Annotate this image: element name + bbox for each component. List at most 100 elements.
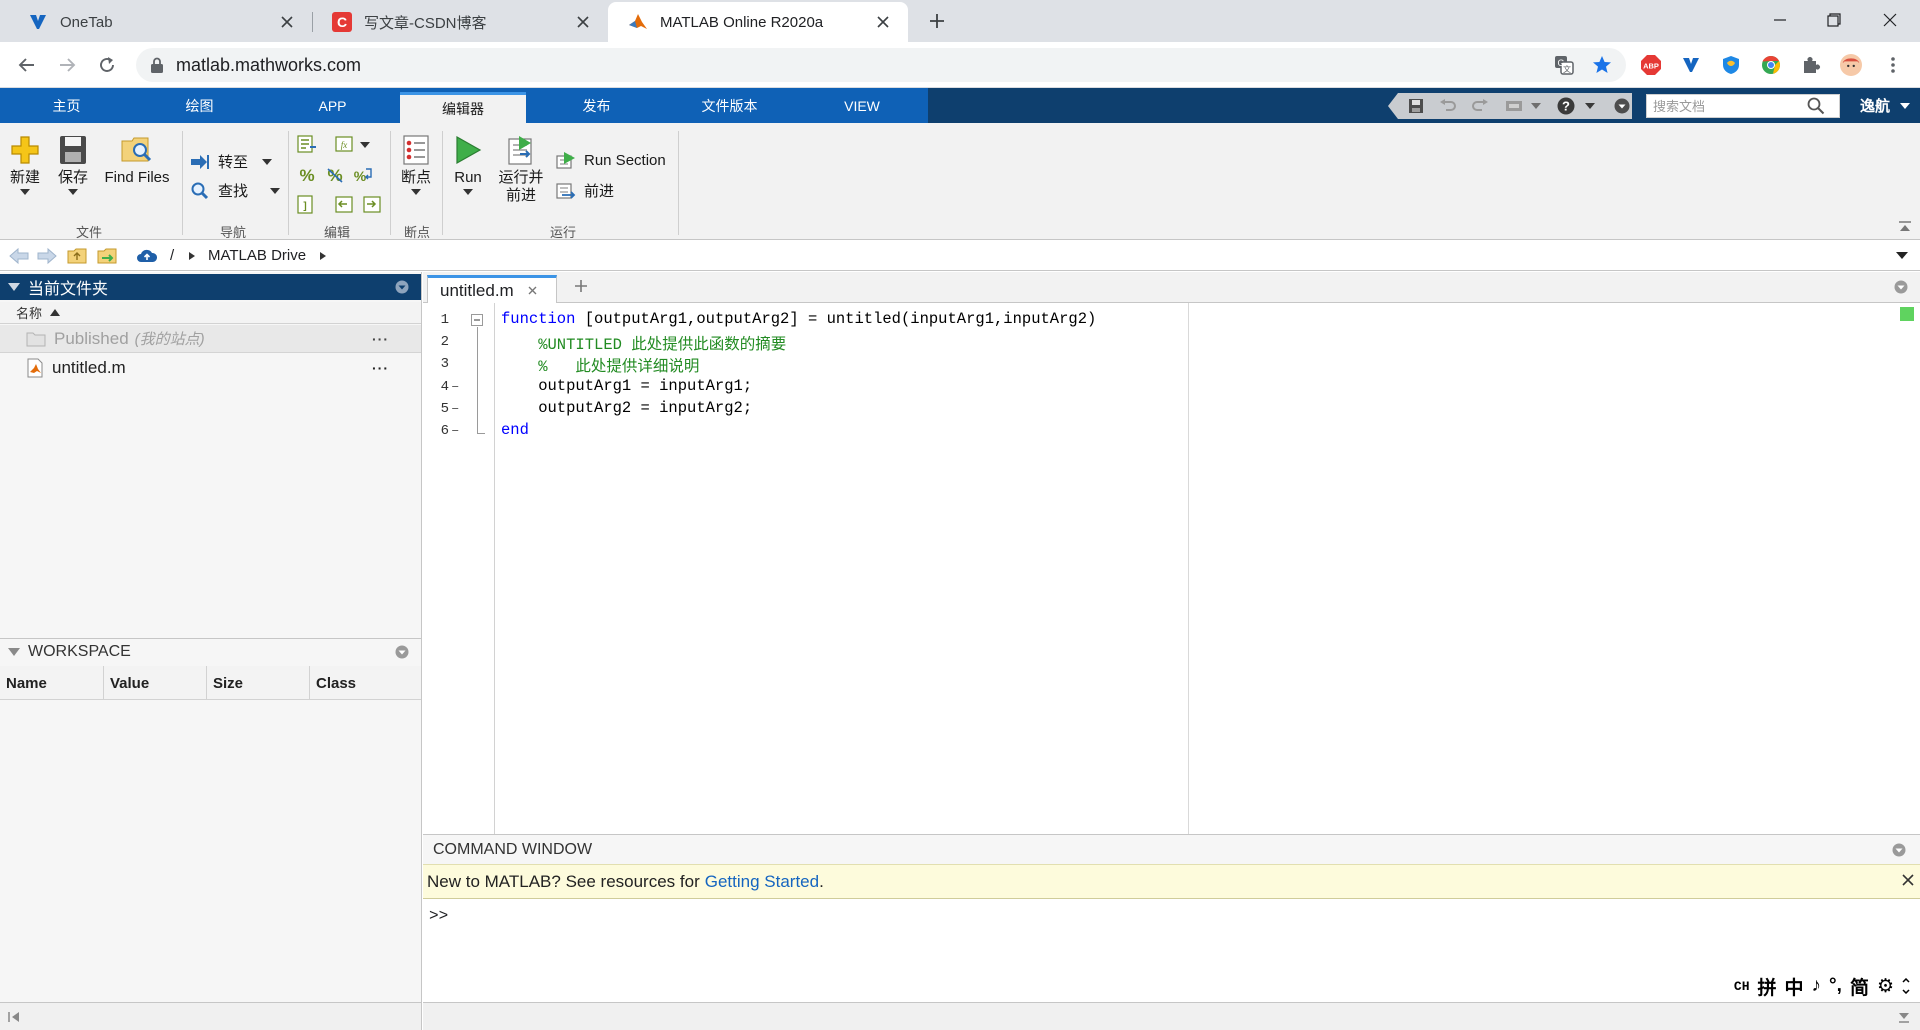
- comment-icon[interactable]: %: [296, 165, 318, 185]
- close-tab-icon[interactable]: [872, 11, 894, 33]
- minimize-window-icon[interactable]: [1752, 0, 1808, 40]
- back-arrow-icon[interactable]: [12, 50, 42, 80]
- advance-button[interactable]: 前进: [556, 180, 614, 201]
- breadcrumb-matlab-drive[interactable]: MATLAB Drive: [208, 240, 306, 271]
- quick-save-icon[interactable]: [1406, 97, 1426, 115]
- find-button[interactable]: 查找: [190, 180, 281, 201]
- undo-icon[interactable]: [1438, 97, 1458, 115]
- up-folder-icon[interactable]: [66, 246, 88, 266]
- bookmark-star-icon[interactable]: [1592, 55, 1612, 75]
- chevron-down-icon[interactable]: [1526, 97, 1546, 115]
- chrome-extension-icon[interactable]: [1760, 54, 1782, 76]
- panel-options-icon[interactable]: [1894, 280, 1908, 294]
- increase-indent-icon[interactable]: [362, 195, 384, 215]
- close-icon[interactable]: [528, 286, 537, 295]
- tab-view[interactable]: VIEW: [796, 88, 928, 123]
- ime-halfwidth[interactable]: ♪: [1812, 975, 1822, 997]
- indent-icon[interactable]: ]: [296, 195, 318, 215]
- more-options-icon[interactable]: ···: [372, 360, 389, 376]
- tab-publish[interactable]: 发布: [530, 88, 663, 123]
- panel-options-icon[interactable]: [395, 280, 409, 294]
- expand-panel-icon[interactable]: [8, 1011, 20, 1023]
- list-item-file[interactable]: untitled.m ···: [0, 354, 421, 382]
- tab-apps[interactable]: APP: [266, 88, 399, 123]
- new-tab-icon[interactable]: [924, 8, 950, 34]
- wrap-comments-icon[interactable]: %: [352, 165, 374, 185]
- column-header-class[interactable]: Class: [310, 666, 421, 700]
- ime-more-icon[interactable]: [1902, 978, 1910, 994]
- new-button[interactable]: 新建: [8, 135, 42, 195]
- column-header-size[interactable]: Size: [207, 666, 310, 700]
- ime-language[interactable]: CH: [1734, 979, 1750, 994]
- layout-icon[interactable]: [1504, 97, 1524, 115]
- reload-icon[interactable]: [92, 50, 122, 80]
- panel-options-icon[interactable]: [1892, 843, 1906, 857]
- ime-settings-icon[interactable]: ⚙: [1877, 975, 1894, 998]
- getting-started-link[interactable]: Getting Started: [705, 872, 819, 892]
- chevron-down-icon[interactable]: [1580, 97, 1600, 115]
- executable-line-marker[interactable]: –: [451, 423, 459, 439]
- redo-icon[interactable]: [1470, 97, 1490, 115]
- options-icon[interactable]: [1612, 97, 1632, 115]
- extensions-puzzle-icon[interactable]: [1800, 54, 1822, 76]
- adblock-icon[interactable]: ABP: [1640, 54, 1662, 76]
- find-files-button[interactable]: Find Files: [102, 135, 172, 187]
- code-editor[interactable]: 1 2 3 4 5 6 – – – function [outputArg1,o…: [423, 303, 1920, 834]
- chevron-right-icon[interactable]: [189, 252, 195, 260]
- cloud-drive-icon[interactable]: [136, 248, 158, 264]
- tab-plots[interactable]: 绘图: [133, 88, 266, 123]
- column-header-value[interactable]: Value: [104, 666, 207, 700]
- code-analyzer-status-indicator[interactable]: [1900, 307, 1914, 321]
- tab-home[interactable]: 主页: [0, 88, 133, 123]
- translate-icon[interactable]: G文: [1554, 55, 1574, 75]
- address-bar[interactable]: matlab.mathworks.com G文: [136, 48, 1626, 82]
- browser-menu-icon[interactable]: [1882, 54, 1904, 76]
- browse-folder-icon[interactable]: [96, 246, 118, 266]
- ime-pinyin[interactable]: 拼: [1758, 973, 1777, 1000]
- command-window-header[interactable]: COMMAND WINDOW: [423, 834, 1920, 864]
- executable-line-marker[interactable]: –: [451, 401, 459, 417]
- browser-tab-onetab[interactable]: OneTab: [8, 2, 312, 42]
- fx-icon[interactable]: fx: [334, 135, 356, 155]
- browser-tab-csdn[interactable]: C 写文章-CSDN博客: [312, 2, 608, 42]
- uncomment-icon[interactable]: %: [324, 165, 346, 185]
- ime-chinese-mode[interactable]: 中: [1785, 973, 1804, 1000]
- run-button[interactable]: Run: [450, 135, 486, 195]
- path-history-dropdown-icon[interactable]: [1896, 252, 1908, 259]
- back-folder-icon[interactable]: [8, 246, 30, 266]
- panel-options-icon[interactable]: [395, 645, 409, 659]
- shield-extension-icon[interactable]: [1720, 54, 1742, 76]
- ime-simplified[interactable]: 简: [1850, 973, 1869, 1000]
- expand-status-icon[interactable]: [1898, 1011, 1910, 1023]
- close-tab-icon[interactable]: [572, 11, 594, 33]
- column-header-name[interactable]: 名称: [0, 302, 421, 324]
- close-tab-icon[interactable]: [276, 11, 298, 33]
- close-window-icon[interactable]: [1862, 0, 1918, 40]
- column-header-name[interactable]: Name: [0, 666, 104, 700]
- chevron-down-icon[interactable]: [360, 142, 370, 148]
- browser-tab-matlab[interactable]: MATLAB Online R2020a: [608, 2, 908, 42]
- save-button[interactable]: 保存: [56, 135, 90, 195]
- breakpoints-button[interactable]: 断点: [398, 135, 434, 195]
- current-folder-header[interactable]: 当前文件夹: [0, 274, 421, 300]
- help-icon[interactable]: ?: [1556, 97, 1576, 115]
- list-item-folder[interactable]: Published (我的站点) ···: [0, 325, 421, 353]
- forward-folder-icon[interactable]: [36, 246, 58, 266]
- command-window[interactable]: >> CH 拼 中 ♪ °, 简 ⚙: [423, 899, 1920, 1002]
- forward-arrow-icon[interactable]: [52, 50, 82, 80]
- profile-avatar[interactable]: [1840, 54, 1862, 76]
- chevron-right-icon[interactable]: [320, 252, 326, 260]
- tab-editor[interactable]: 编辑器: [400, 92, 526, 123]
- new-editor-tab-icon[interactable]: [573, 278, 589, 294]
- executable-line-marker[interactable]: –: [451, 379, 459, 395]
- code-fold-toggle[interactable]: [471, 314, 483, 326]
- workspace-header[interactable]: WORKSPACE: [0, 638, 421, 664]
- search-input[interactable]: [1647, 96, 1807, 116]
- restore-window-icon[interactable]: [1806, 0, 1862, 40]
- ime-punctuation[interactable]: °,: [1829, 975, 1842, 997]
- goto-button[interactable]: 转至: [190, 151, 273, 172]
- more-options-icon[interactable]: ···: [372, 331, 389, 347]
- editor-tab-untitled[interactable]: untitled.m: [427, 275, 557, 303]
- insert-icon[interactable]: [296, 135, 318, 155]
- decrease-indent-icon[interactable]: [334, 195, 356, 215]
